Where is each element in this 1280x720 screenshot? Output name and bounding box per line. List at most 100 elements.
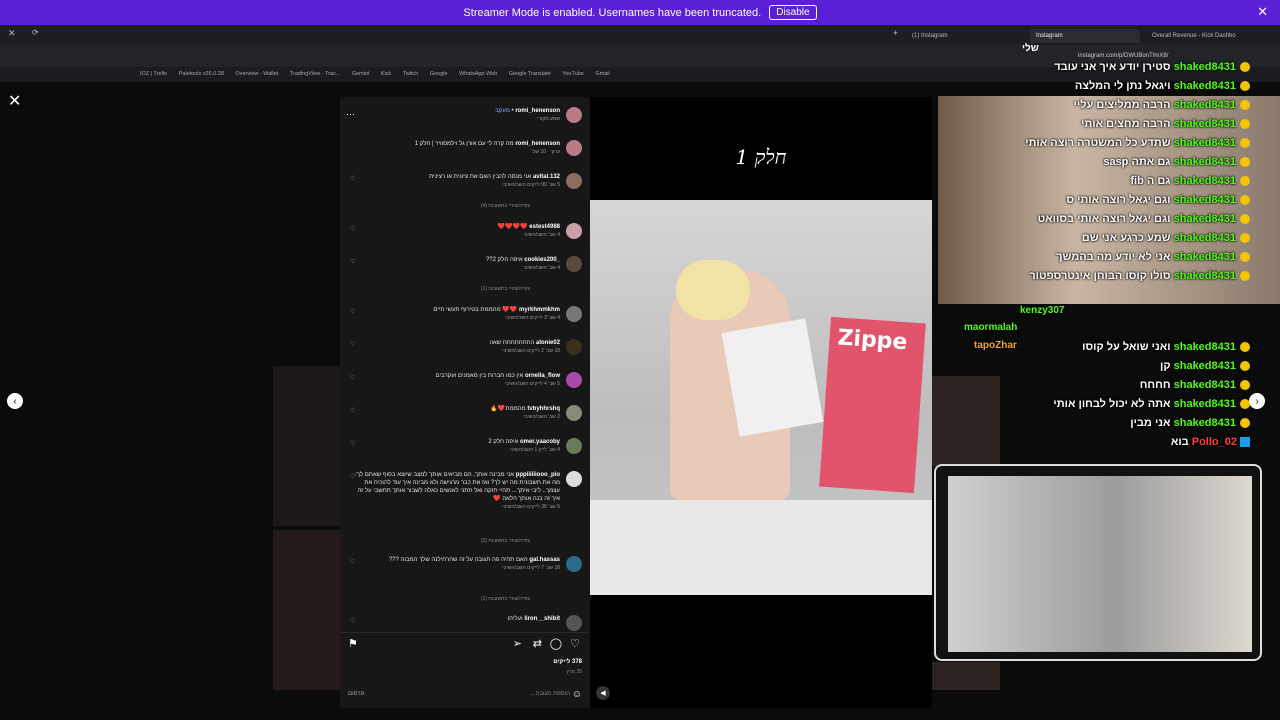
- view-replies[interactable]: צפייה/צפיי בתשובות (1): [481, 286, 530, 292]
- bookmark-item[interactable]: Gmail: [595, 67, 609, 82]
- add-comment-input[interactable]: הוספת תגובה...: [531, 691, 570, 697]
- bookmark-item[interactable]: Overview - Wallet: [235, 67, 278, 82]
- chat-username[interactable]: shaked8431: [1174, 137, 1236, 149]
- like-icon[interactable]: ♡: [570, 637, 580, 650]
- video-player[interactable]: חלק 1 Zippe ◀: [590, 97, 932, 708]
- chat-username[interactable]: shaked8431: [1174, 379, 1236, 391]
- like-heart-icon[interactable]: ♡: [350, 473, 355, 481]
- share-icon[interactable]: ➢: [513, 637, 522, 650]
- chat-text: סולו קוסו הבוחן אינטרספטור: [1029, 270, 1171, 282]
- magazine-title: Zippe: [836, 325, 909, 356]
- bookmark-item[interactable]: Google: [430, 67, 448, 82]
- username[interactable]: romi_henenson: [515, 108, 560, 114]
- like-heart-icon[interactable]: ♡: [350, 407, 355, 415]
- username[interactable]: _cookies200: [524, 257, 560, 263]
- username[interactable]: estest4988: [529, 224, 560, 230]
- username[interactable]: liron__shibit: [524, 616, 560, 622]
- chat-username[interactable]: shaked8431: [1174, 232, 1236, 244]
- like-heart-icon[interactable]: ♡: [350, 258, 355, 266]
- bookmark-item[interactable]: Gemini: [352, 67, 369, 82]
- close-post-icon[interactable]: ✕: [8, 91, 21, 111]
- bookmark-item[interactable]: Google Translate: [509, 67, 551, 82]
- disable-button[interactable]: Disable: [769, 5, 817, 20]
- username[interactable]: gal.hassas: [529, 557, 560, 563]
- chat-username[interactable]: shaked8431: [1174, 156, 1236, 168]
- bookmark-item[interactable]: YouTube: [562, 67, 584, 82]
- bookmark-item[interactable]: WhatsApp Web: [459, 67, 497, 82]
- chat-username[interactable]: shaked8431: [1174, 175, 1236, 187]
- chat-username[interactable]: shaked8431: [1174, 213, 1236, 225]
- username[interactable]: alonie02: [536, 340, 560, 346]
- username[interactable]: romi_henenson: [515, 141, 560, 147]
- chat-username[interactable]: Pollo_02: [1192, 436, 1237, 448]
- like-heart-icon[interactable]: ♡: [350, 617, 355, 625]
- chat-username[interactable]: maormalah: [964, 322, 1017, 333]
- follow-button[interactable]: מעקב: [495, 108, 510, 114]
- username[interactable]: ornella_flow: [525, 373, 560, 379]
- comment-meta: 4 שב' השב/השיבי: [523, 265, 560, 271]
- emoji-icon[interactable]: ☺: [572, 689, 582, 700]
- username[interactable]: avital.132: [533, 174, 560, 180]
- avatar: [566, 615, 582, 631]
- reload-icon[interactable]: ⟳: [32, 28, 39, 37]
- chat-username[interactable]: tapoZhar: [974, 340, 1017, 351]
- like-heart-icon[interactable]: ♡: [350, 308, 355, 316]
- next-arrow-icon[interactable]: ›: [1249, 393, 1265, 409]
- tab-kick-dashboard[interactable]: Overall Revenue - Kick Dashbo: [1146, 29, 1256, 43]
- badge-icon: [1240, 62, 1250, 73]
- new-tab-icon[interactable]: +: [893, 28, 898, 38]
- mute-icon[interactable]: ◀: [596, 686, 610, 700]
- webcam-overlay-bottom: [934, 464, 1262, 661]
- audio-label[interactable]: שמע מקורי: [537, 116, 560, 122]
- chat-username[interactable]: shaked8431: [1174, 251, 1236, 263]
- chat-username[interactable]: shaked8431: [1174, 80, 1236, 92]
- chat-username[interactable]: shaked8431: [1174, 61, 1236, 73]
- avatar: [566, 173, 582, 189]
- like-heart-icon[interactable]: ♡: [350, 225, 355, 233]
- prev-arrow-icon[interactable]: ‹: [7, 393, 23, 409]
- bookmark-item[interactable]: Twitch: [403, 67, 419, 82]
- chat-username[interactable]: shaked8431: [1174, 194, 1236, 206]
- save-bookmark-icon[interactable]: ⚑: [348, 637, 358, 650]
- comment-icon[interactable]: ◯: [550, 637, 562, 650]
- view-replies[interactable]: צפייה/צפיי בתשובות (1): [481, 596, 530, 602]
- bookmark-item[interactable]: Paletools v26.0.28: [179, 67, 224, 82]
- caption-text: מה קרה לי עם אורן גל וילמסוויר | חלק 1: [414, 141, 514, 147]
- comment: ♡ ornella_flow אין כמו חברות בין מאמנים …: [348, 372, 582, 388]
- comment-meta: 5 שב' 38 לייקים השב/השיבי: [502, 504, 560, 510]
- chat-username[interactable]: shaked8431: [1174, 360, 1236, 372]
- chat-username[interactable]: shaked8431: [1174, 341, 1236, 353]
- chat-header: שלי: [1022, 43, 1039, 54]
- like-heart-icon[interactable]: ♡: [350, 341, 355, 349]
- username[interactable]: tvbyhhrshq: [527, 406, 560, 412]
- badge-icon: [1240, 195, 1250, 206]
- like-heart-icon[interactable]: ♡: [350, 175, 355, 183]
- close-icon[interactable]: ✕: [8, 28, 16, 39]
- like-heart-icon[interactable]: ♡: [350, 558, 355, 566]
- bookmark-item[interactable]: IOZ | Trello: [140, 67, 167, 82]
- username[interactable]: omer.yaacoby: [520, 439, 560, 445]
- like-heart-icon[interactable]: ♡: [350, 374, 355, 382]
- likes-count[interactable]: 378 לייקים: [553, 659, 582, 665]
- bookmark-item[interactable]: TradingView - Trac...: [290, 67, 340, 82]
- chat-username[interactable]: shaked8431: [1174, 118, 1236, 130]
- chat-username[interactable]: kenzy307: [1020, 305, 1064, 316]
- like-heart-icon[interactable]: ♡: [350, 440, 355, 448]
- chat-message: shaked8431 שתדע כל המשטרה רוצה אותי: [1025, 134, 1250, 152]
- chat-message-faded: maormalah: [964, 319, 1017, 337]
- chat-username[interactable]: shaked8431: [1174, 398, 1236, 410]
- publish-button[interactable]: פרסום: [348, 691, 364, 697]
- tab-instagram-1[interactable]: (1) Instagram: [906, 29, 1016, 43]
- username[interactable]: pppiiiiiiooo_pio: [516, 472, 560, 478]
- chat-username[interactable]: shaked8431: [1174, 417, 1236, 429]
- comment-text: האם תהיה פה תגובה על זה שהרחילנה שלך המב…: [388, 557, 528, 563]
- chat-username[interactable]: shaked8431: [1174, 99, 1236, 111]
- username[interactable]: myrkhmmkhm: [519, 307, 560, 313]
- view-replies[interactable]: צפייה/צפיי בתשובות (2): [481, 538, 530, 544]
- view-replies[interactable]: צפייה/צפיי בתשובות (4): [481, 203, 530, 209]
- close-banner-icon[interactable]: ✕: [1257, 4, 1268, 20]
- bookmark-item[interactable]: Kick: [381, 67, 391, 82]
- repost-icon[interactable]: ⇄: [533, 637, 542, 650]
- tab-instagram-2[interactable]: Instagram: [1030, 29, 1140, 43]
- chat-username[interactable]: shaked8431: [1174, 270, 1236, 282]
